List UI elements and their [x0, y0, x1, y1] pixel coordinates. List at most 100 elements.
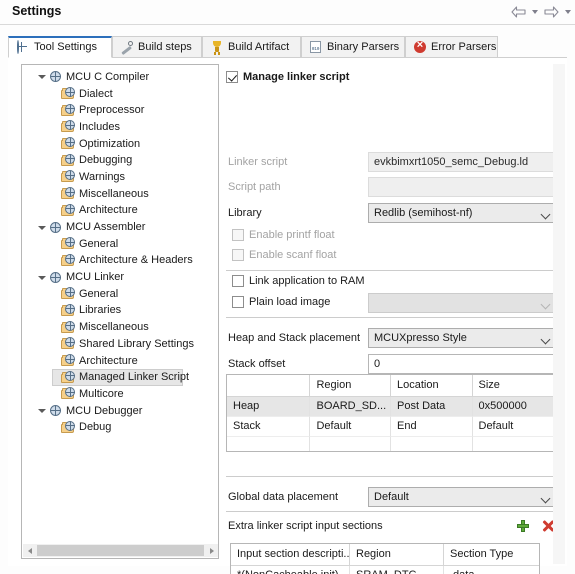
folder-globe-icon	[61, 387, 76, 401]
tree-item-managed-linker-script[interactable]: Managed Linker Script	[22, 369, 218, 387]
script-path-label: Script path	[228, 181, 281, 193]
navigation-toolbar	[509, 3, 573, 20]
extra-sections-table[interactable]: Input section descripti... Region Sectio…	[230, 543, 540, 574]
column-header-section-type[interactable]: Section Type	[444, 544, 539, 566]
back-history-dropdown[interactable]	[529, 3, 540, 20]
tree-item-general-linker[interactable]: General	[22, 286, 218, 303]
tree-item-label: Architecture	[79, 354, 138, 367]
folder-globe-icon	[61, 237, 76, 251]
tree-item-mcu-linker[interactable]: MCU Linker	[22, 269, 218, 286]
forward-button[interactable]	[542, 3, 560, 20]
table-row[interactable]: *(NonCacheable.init) SRAM_DTC .data	[231, 566, 539, 574]
tree-item-label: Warnings	[79, 170, 126, 183]
tree-item-label: Architecture	[79, 204, 138, 217]
table-row[interactable]: Stack Default End Default	[227, 417, 555, 437]
tree-item-multicore[interactable]: Multicore	[22, 386, 218, 403]
tree-item-label: Optimization	[79, 137, 141, 150]
column-header-name[interactable]	[227, 375, 311, 397]
tree-item-libraries[interactable]: Libraries	[22, 303, 218, 320]
tab-label: Error Parsers	[431, 40, 497, 53]
column-header-region[interactable]: Region	[350, 544, 444, 566]
column-header-input-section[interactable]: Input section descripti...	[231, 544, 350, 566]
folder-globe-icon	[61, 320, 76, 335]
linker-script-label: Linker script	[228, 156, 288, 168]
cell-size: 0x500000	[472, 397, 555, 417]
tab-strip: Tool Settings Build steps Build Artifact…	[8, 36, 567, 58]
table-row[interactable]	[227, 437, 555, 451]
heap-stack-table[interactable]: Region Location Size Heap BOARD_SD... Po…	[226, 374, 556, 452]
manage-linker-script-row[interactable]: Manage linker script	[226, 71, 349, 83]
tree-item-label: Miscellaneous	[79, 321, 149, 334]
chevron-down-icon[interactable]	[35, 275, 48, 280]
cell-region: SRAM_DTC	[350, 566, 444, 574]
managed-linker-script-panel: Manage linker script Linker script evkbi…	[226, 64, 556, 574]
enable-scanf-float-checkbox	[232, 249, 244, 261]
tree-horizontal-scrollbar[interactable]	[23, 544, 218, 557]
heap-stack-placement-label: Heap and Stack placement	[228, 332, 361, 344]
link-to-ram-checkbox[interactable]	[232, 275, 244, 287]
column-header-location[interactable]: Location	[391, 375, 473, 397]
link-to-ram-row[interactable]: Link application to RAM	[232, 275, 365, 287]
chevron-down-icon[interactable]	[35, 75, 48, 80]
scroll-left-icon[interactable]	[23, 544, 36, 557]
folder-globe-icon	[61, 120, 76, 134]
enable-printf-float-label: Enable printf float	[249, 229, 335, 241]
column-header-size[interactable]: Size	[472, 375, 555, 397]
globe-icon	[48, 404, 63, 418]
tab-tool-settings[interactable]: Tool Settings	[8, 36, 112, 58]
divider-4	[226, 511, 556, 512]
tree-item-preprocessor[interactable]: Preprocessor	[22, 102, 218, 119]
plain-load-image-checkbox[interactable]	[232, 296, 244, 308]
cell-name: Stack	[227, 417, 311, 437]
tab-build-steps[interactable]: Build steps	[112, 36, 202, 58]
back-button[interactable]	[509, 3, 527, 20]
tree-item-label: Preprocessor	[79, 104, 145, 117]
column-header-region[interactable]: Region	[310, 375, 391, 397]
tab-error-parsers[interactable]: Error Parsers	[405, 36, 498, 58]
tree-item-dialect[interactable]: Dialect	[22, 86, 218, 103]
scroll-right-icon[interactable]	[205, 544, 218, 557]
tab-build-artifact[interactable]: Build Artifact	[202, 36, 301, 58]
tree-item-architecture-linker[interactable]: Architecture	[22, 353, 218, 370]
add-icon[interactable]	[516, 519, 530, 533]
cell-size: Default	[472, 417, 555, 437]
tree-item-label: MCU Assembler	[66, 221, 146, 234]
forward-history-dropdown[interactable]	[562, 3, 573, 20]
plain-load-image-row[interactable]: Plain load image	[232, 296, 330, 308]
cell-size	[473, 437, 555, 451]
tree-item-warnings[interactable]: Warnings	[22, 169, 218, 186]
tree-item-miscellaneous-compiler[interactable]: Miscellaneous	[22, 186, 218, 203]
tree-item-general-assembler[interactable]: General	[22, 236, 218, 253]
script-path-input	[368, 177, 556, 197]
library-dropdown[interactable]: Redlib (semihost-nf)	[368, 203, 556, 223]
manage-linker-script-checkbox[interactable]	[226, 71, 238, 83]
tree-item-debugging[interactable]: Debugging	[22, 152, 218, 169]
tree-item-architecture-compiler[interactable]: Architecture	[22, 203, 218, 220]
tree-item-mcu-c-compiler[interactable]: MCU C Compiler	[22, 69, 218, 86]
tree-item-label: Shared Library Settings	[79, 337, 194, 350]
panel-vertical-scrollbar[interactable]	[553, 64, 565, 564]
heap-stack-placement-dropdown[interactable]: MCUXpresso Style	[368, 328, 556, 348]
tree-item-architecture-and-headers[interactable]: Architecture & Headers	[22, 253, 218, 270]
tree-item-mcu-assembler[interactable]: MCU Assembler	[22, 219, 218, 236]
tree-item-shared-library-settings[interactable]: Shared Library Settings	[22, 336, 218, 353]
scrollbar-thumb[interactable]	[37, 545, 204, 556]
tree-item-optimization[interactable]: Optimization	[22, 136, 218, 153]
chevron-down-icon[interactable]	[35, 225, 48, 230]
stack-offset-input[interactable]: 0	[368, 354, 556, 374]
tab-binary-parsers[interactable]: Binary Parsers	[301, 36, 405, 58]
tab-content-tool-settings: MCU C Compiler Dialect Preprocessor Incl…	[8, 58, 567, 574]
chevron-down-icon[interactable]	[35, 409, 48, 414]
tree-item-includes[interactable]: Includes	[22, 119, 218, 136]
global-data-placement-label: Global data placement	[228, 491, 339, 503]
tree-item-mcu-debugger[interactable]: MCU Debugger	[22, 403, 218, 420]
tree-item-label: Debugging	[79, 154, 133, 167]
settings-category-tree[interactable]: MCU C Compiler Dialect Preprocessor Incl…	[21, 64, 219, 559]
global-data-placement-dropdown[interactable]: Default	[368, 487, 556, 507]
table-row[interactable]: Heap BOARD_SD... Post Data 0x500000	[227, 397, 555, 417]
tab-label: Build Artifact	[228, 40, 290, 53]
tree-item-miscellaneous-linker[interactable]: Miscellaneous	[22, 319, 218, 336]
wrench-icon	[120, 40, 134, 54]
tree-item-debug[interactable]: Debug	[22, 419, 218, 436]
folder-globe-icon	[61, 153, 76, 168]
